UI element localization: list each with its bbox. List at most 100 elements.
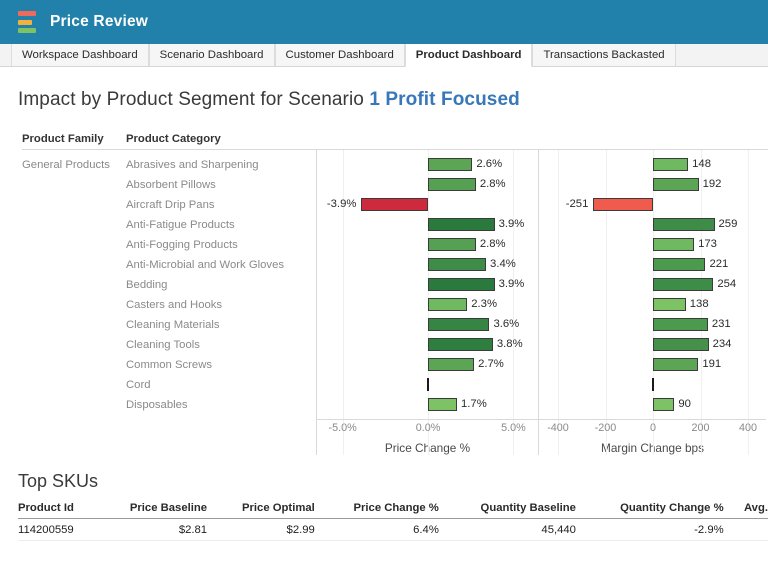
chart-bar[interactable] (428, 278, 495, 291)
logo-bar-green (18, 28, 36, 33)
cell-avg (734, 519, 768, 541)
chart-bar[interactable] (428, 318, 489, 331)
column-header[interactable]: Price Optimal (217, 502, 325, 519)
chart-bar-label: 2.6% (476, 158, 502, 171)
chart-bar[interactable] (427, 378, 429, 391)
chart-bar-row[interactable]: 3.9% (317, 275, 538, 295)
chart-bar-label: 173 (698, 238, 717, 251)
chart-bar[interactable] (652, 378, 654, 391)
chart-bar[interactable] (653, 398, 674, 411)
product-category-value: Anti-Microbial and Work Gloves (126, 259, 316, 271)
column-header[interactable]: Quantity Change % (586, 502, 734, 519)
chart-bar-label: 3.8% (497, 338, 523, 351)
chart-bar-label: 138 (690, 298, 709, 311)
chart-bar[interactable] (428, 218, 495, 231)
chart-bar-row[interactable] (317, 375, 538, 395)
product-category-value: Bedding (126, 279, 316, 291)
chart-bar-label: 191 (702, 358, 721, 371)
column-header[interactable]: Price Change % (325, 502, 449, 519)
chart-bar-label: 2.3% (471, 298, 497, 311)
chart-bar-row[interactable]: -251 (539, 195, 766, 215)
chart-bar[interactable] (653, 338, 709, 351)
tab-transactions-backasted[interactable]: Transactions Backasted (532, 44, 675, 66)
column-header[interactable]: Price Baseline (104, 502, 217, 519)
margin-bars: 148192 -251 259 173 221254 138 231234 191 90 (539, 155, 766, 415)
price-bars: 2.6% 2.8% -3.9% 3.9% 2.8% 3.4% 3.9% 2.3% 3.6% 3.8… (317, 155, 538, 415)
chart-bar-row[interactable]: 2.8% (317, 235, 538, 255)
chart-bar-label: 3.4% (490, 258, 516, 271)
chart-bar-row[interactable]: 2.8% (317, 175, 538, 195)
chart-bar-row[interactable]: 192 (539, 175, 766, 195)
margin-axis: -400-2000200400 (539, 419, 766, 437)
chart-bar[interactable] (428, 238, 476, 251)
cell-price-optimal: $2.99 (217, 519, 325, 541)
chart-bar[interactable] (653, 298, 686, 311)
chart-bar-row[interactable]: 221 (539, 255, 766, 275)
chart-bar[interactable] (653, 318, 708, 331)
chart-bar[interactable] (653, 278, 713, 291)
chart-bar-row[interactable]: 231 (539, 315, 766, 335)
tab-scenario-dashboard[interactable]: Scenario Dashboard (149, 44, 275, 66)
viz-label-row: Cord (22, 375, 316, 395)
chart-bar[interactable] (361, 198, 428, 211)
chart-bar-row[interactable]: 259 (539, 215, 766, 235)
viz-label-row: Cleaning Materials (22, 315, 316, 335)
chart-bar-row[interactable]: 138 (539, 295, 766, 315)
chart-bar-row[interactable]: 254 (539, 275, 766, 295)
header-product-family: Product Family (22, 133, 126, 145)
chart-bar-row[interactable]: -3.9% (317, 195, 538, 215)
chart-bar-label: -3.9% (327, 198, 357, 211)
dashboard-tabbar: Workspace DashboardScenario DashboardCus… (0, 44, 768, 67)
chart-bar-row[interactable]: 234 (539, 335, 766, 355)
top-skus-section: Top SKUs Product IdPrice BaselinePrice O… (18, 471, 768, 541)
chart-bar[interactable] (428, 178, 476, 191)
chart-bar-row[interactable]: 173 (539, 235, 766, 255)
price-change-panel: 2.6% 2.8% -3.9% 3.9% 2.8% 3.4% 3.9% 2.3% 3.6% 3.8… (316, 150, 538, 455)
chart-bar-row[interactable] (539, 375, 766, 395)
chart-bar[interactable] (653, 178, 699, 191)
chart-bar[interactable] (653, 358, 698, 371)
tab-customer-dashboard[interactable]: Customer Dashboard (275, 44, 405, 66)
chart-bar-row[interactable]: 3.8% (317, 335, 538, 355)
column-header[interactable]: Product Id (18, 502, 104, 519)
table-header-row: Product IdPrice BaselinePrice OptimalPri… (18, 502, 768, 519)
chart-bar[interactable] (653, 238, 694, 251)
axis-tick-label: 0 (650, 422, 656, 434)
chart-bar-label: 3.6% (493, 318, 519, 331)
chart-bar-row[interactable]: 2.6% (317, 155, 538, 175)
chart-bar-label: 2.8% (480, 178, 506, 191)
tab-workspace-dashboard[interactable]: Workspace Dashboard (11, 44, 149, 66)
chart-bar-label: 2.8% (480, 238, 506, 251)
chart-bar[interactable] (428, 258, 486, 271)
chart-bar[interactable] (593, 198, 653, 211)
chart-bar-row[interactable]: 90 (539, 395, 766, 415)
chart-bar[interactable] (653, 158, 688, 171)
chart-bar-row[interactable]: 3.9% (317, 215, 538, 235)
chart-bar[interactable] (428, 338, 493, 351)
chart-bar-row[interactable]: 3.6% (317, 315, 538, 335)
chart-bar-row[interactable]: 191 (539, 355, 766, 375)
chart-bar-row[interactable]: 2.7% (317, 355, 538, 375)
column-header[interactable]: Avg. (734, 502, 768, 519)
chart-bar-row[interactable]: 3.4% (317, 255, 538, 275)
chart-bar[interactable] (653, 258, 705, 271)
cell-price-change-pct: 6.4% (325, 519, 449, 541)
chart-bar[interactable] (428, 358, 474, 371)
product-category-value: Common Screws (126, 359, 316, 371)
header-product-category: Product Category (126, 133, 316, 145)
axis-tick-label: 400 (739, 422, 757, 434)
viz-label-row: Casters and Hooks (22, 295, 316, 315)
chart-bar[interactable] (653, 218, 715, 231)
chart-bar[interactable] (428, 298, 467, 311)
chart-bar[interactable] (428, 398, 457, 411)
viz-column-headers: Product Family Product Category (22, 133, 768, 150)
chart-bar-label: -251 (566, 198, 589, 211)
table-row[interactable]: 114200559$2.81$2.996.4%45,440-2.9% (18, 519, 768, 541)
chart-bar-row[interactable]: 1.7% (317, 395, 538, 415)
tab-product-dashboard[interactable]: Product Dashboard (405, 44, 533, 67)
chart-bar-row[interactable]: 2.3% (317, 295, 538, 315)
chart-bar-row[interactable]: 148 (539, 155, 766, 175)
axis-tick-label: -200 (595, 422, 617, 434)
column-header[interactable]: Quantity Baseline (449, 502, 586, 519)
chart-bar[interactable] (428, 158, 472, 171)
